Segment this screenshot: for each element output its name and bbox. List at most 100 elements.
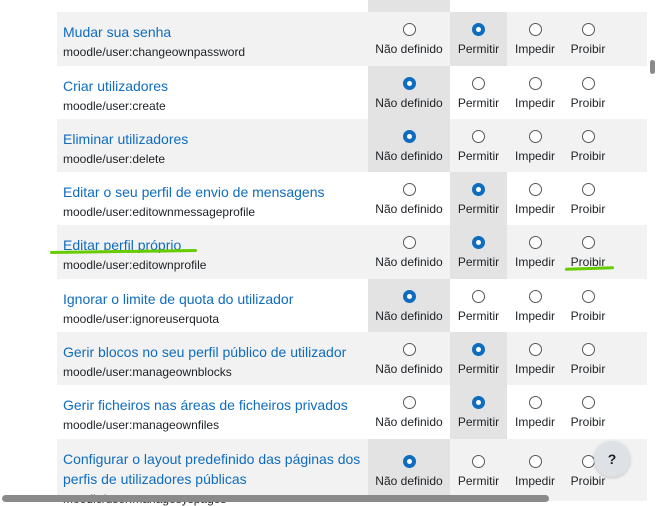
capability-title-link[interactable]: Gerir ficheiros nas áreas de ficheiros p… — [63, 395, 363, 415]
capability-title-link[interactable]: Configurar o layout predefinido das pági… — [63, 449, 363, 489]
capability-cell: Editar o seu perfil de envio de mensagen… — [63, 182, 363, 220]
permission-option-cell: Permitir — [450, 172, 507, 226]
permission-radio[interactable] — [528, 129, 542, 143]
permission-option-cell: Não definido — [368, 118, 450, 173]
permission-option-label[interactable]: Permitir — [450, 202, 507, 216]
capability-row — [57, 0, 647, 13]
permission-option-label[interactable]: Proibir — [563, 202, 613, 216]
permission-radio[interactable] — [402, 343, 416, 357]
permission-radio[interactable] — [472, 23, 485, 37]
permission-option-label[interactable]: Não definido — [368, 309, 450, 323]
permission-radio[interactable] — [581, 236, 595, 250]
permission-option-cell: Não definido — [368, 12, 450, 65]
permission-option-label[interactable]: Não definido — [368, 362, 450, 376]
permission-option-label[interactable]: Não definido — [368, 96, 450, 110]
capability-cell: Gerir ficheiros nas áreas de ficheiros p… — [63, 395, 363, 433]
permission-option-label[interactable]: Permitir — [450, 362, 507, 376]
permission-option-label[interactable]: Permitir — [450, 42, 507, 56]
capability-code: moodle/user:changeownpassword — [63, 45, 246, 60]
permission-option-label[interactable]: Não definido — [368, 255, 450, 269]
capability-title-link[interactable]: Ignorar o limite de quota do utilizador — [63, 289, 363, 309]
permission-radio[interactable] — [472, 129, 485, 143]
permission-option-label[interactable]: Impedir — [507, 96, 563, 110]
permission-radio[interactable] — [581, 23, 595, 37]
permission-option-label[interactable]: Permitir — [450, 96, 507, 110]
permission-radio[interactable] — [402, 183, 416, 197]
capability-row: Configurar o layout predefinido das pági… — [57, 438, 647, 506]
capability-code: moodle/user:editownmessageprofile — [63, 205, 256, 220]
permission-option-cell: Não definido — [368, 385, 450, 438]
permission-option-label[interactable]: Permitir — [450, 415, 507, 429]
permission-radio[interactable] — [581, 129, 595, 143]
permission-radio[interactable] — [402, 129, 416, 143]
permission-option-cell: Permitir — [450, 332, 507, 386]
permission-radio[interactable] — [528, 183, 542, 197]
permission-option-label[interactable]: Proibir — [563, 96, 613, 110]
permission-option-label[interactable]: Impedir — [507, 202, 563, 216]
permission-option-label[interactable]: Proibir — [563, 42, 613, 56]
permission-radio[interactable] — [402, 289, 416, 303]
permission-radio[interactable] — [581, 343, 595, 357]
permission-radio[interactable] — [472, 289, 485, 303]
permission-option-label[interactable]: Impedir — [507, 309, 563, 323]
permission-radio[interactable] — [472, 76, 485, 90]
permission-radio[interactable] — [528, 343, 542, 357]
permission-radio[interactable] — [528, 454, 542, 468]
vertical-scrollbar-thumb[interactable] — [650, 60, 655, 74]
permission-radio[interactable] — [472, 236, 485, 250]
permission-radio[interactable] — [581, 76, 595, 90]
permission-option-label[interactable]: Permitir — [450, 255, 507, 269]
permission-radio[interactable] — [402, 76, 416, 90]
permission-option-cell: Proibir — [563, 66, 613, 119]
permission-option-label[interactable]: Não definido — [368, 415, 450, 429]
permission-radio[interactable] — [472, 454, 485, 468]
permission-option-label[interactable]: Permitir — [450, 309, 507, 323]
permission-option-label[interactable]: Não definido — [368, 474, 450, 488]
permission-option-cell: Não definido — [368, 438, 450, 501]
permission-option-label[interactable]: Permitir — [450, 149, 507, 163]
horizontal-scrollbar-thumb[interactable] — [2, 495, 549, 502]
permission-radio[interactable] — [581, 289, 595, 303]
permission-option-cell: Proibir — [563, 225, 613, 278]
permission-radio[interactable] — [581, 396, 595, 410]
permission-option-label[interactable]: Não definido — [368, 202, 450, 216]
permission-radio[interactable] — [402, 236, 416, 250]
permission-radio[interactable] — [402, 396, 416, 410]
permission-option-cell: Permitir — [450, 279, 507, 332]
permission-radio[interactable] — [472, 396, 485, 410]
permission-radio[interactable] — [528, 236, 542, 250]
permission-option-label[interactable]: Impedir — [507, 474, 563, 488]
capability-title-link[interactable]: Gerir blocos no seu perfil público de ut… — [63, 342, 363, 362]
permission-radio[interactable] — [402, 23, 416, 37]
permission-radio[interactable] — [472, 183, 485, 197]
capability-title-link[interactable]: Mudar sua senha — [63, 22, 363, 42]
permission-option-cell: Proibir — [563, 12, 613, 65]
permission-option-label[interactable]: Impedir — [507, 362, 563, 376]
permission-option-label[interactable]: Impedir — [507, 149, 563, 163]
capability-title-link[interactable]: Eliminar utilizadores — [63, 129, 363, 149]
permission-radio[interactable] — [528, 396, 542, 410]
capability-cell: Editar perfil próprio moodle/user:editown… — [63, 235, 363, 273]
capability-title-link[interactable]: Criar utilizadores — [63, 76, 363, 96]
permission-option-label[interactable]: Não definido — [368, 149, 450, 163]
permission-option-cell: Permitir — [450, 12, 507, 66]
permission-option-label[interactable]: Proibir — [563, 149, 613, 163]
permission-option-label[interactable]: Não definido — [368, 42, 450, 56]
permission-option-label[interactable]: Permitir — [450, 474, 507, 488]
permission-option-label[interactable]: Proibir — [563, 362, 613, 376]
permission-radio[interactable] — [528, 23, 542, 37]
help-button[interactable]: ? — [594, 441, 630, 477]
permission-radio[interactable] — [472, 343, 485, 357]
permission-option-label[interactable]: Proibir — [563, 415, 613, 429]
permission-radio[interactable] — [528, 289, 542, 303]
permission-option-cell: Impedir — [507, 66, 563, 119]
permission-option-label[interactable]: Impedir — [507, 415, 563, 429]
permission-option-label[interactable]: Impedir — [507, 255, 563, 269]
permission-radio[interactable] — [402, 454, 416, 468]
permission-option-label[interactable]: Impedir — [507, 42, 563, 56]
permission-radio[interactable] — [528, 76, 542, 90]
capability-title-link[interactable]: Editar o seu perfil de envio de mensagen… — [63, 182, 363, 202]
permission-radio[interactable] — [581, 454, 595, 468]
permission-option-label[interactable]: Proibir — [563, 309, 613, 323]
permission-radio[interactable] — [581, 183, 595, 197]
